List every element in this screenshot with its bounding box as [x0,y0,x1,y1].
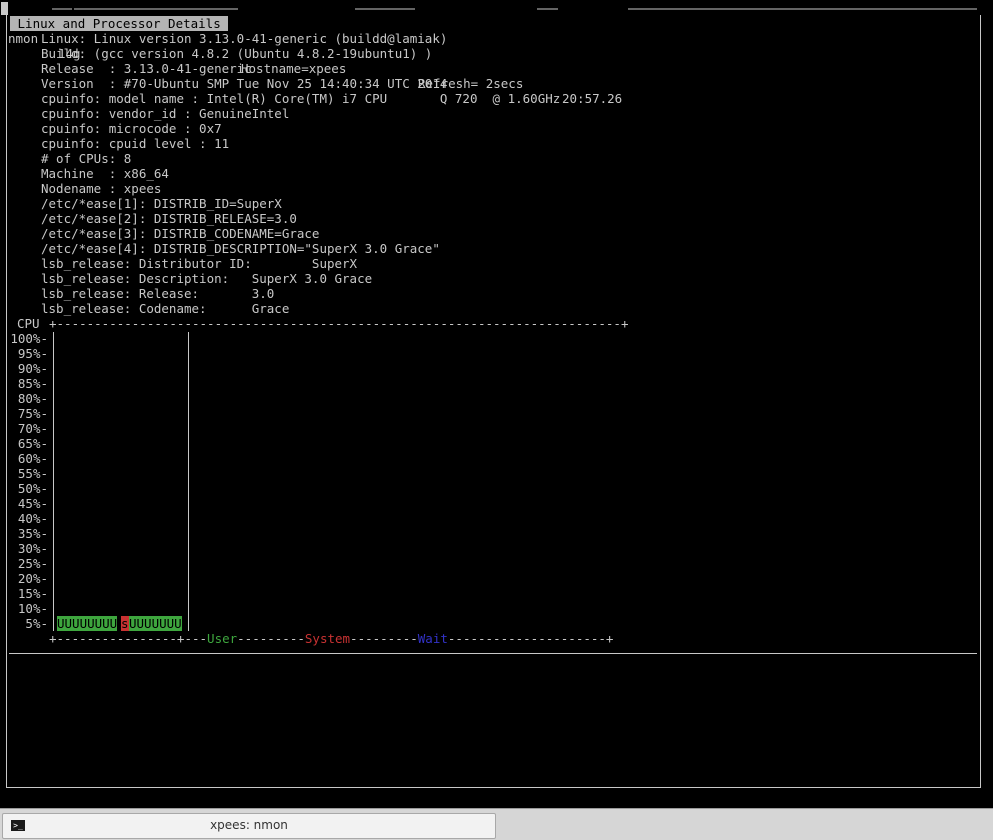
legend-wait: Wait [417,631,448,646]
y-tick-label: 5%- [25,616,48,631]
legend-border: --------- [350,631,418,646]
section-title: Linux and Processor Details [10,16,229,31]
y-tick-label: 95%- [17,346,48,361]
y-tick-label: 100%- [10,331,48,346]
y-tick-label: 85%- [17,376,48,391]
detail-line: /etc/*ease[2]: DISTRIB_RELEASE=3.0 [41,211,297,226]
detail-line: cpuinfo: microcode : 0x7 [41,121,222,136]
y-tick-label: 25%- [17,556,48,571]
y-tick-label: 20%- [17,571,48,586]
detail-line: /etc/*ease[1]: DISTRIB_ID=SuperX [41,196,282,211]
y-tick-label: 75%- [17,406,48,421]
y-tick-label: 80%- [17,391,48,406]
cpu-user-bar-segment: UUUUUUUU [57,616,118,631]
y-tick-label: 15%- [17,586,48,601]
detail-line: Build: (gcc version 4.8.2 (Ubuntu 4.8.2-… [41,46,433,61]
y-tick-label: 70%- [17,421,48,436]
detail-line: Nodename : xpees [41,181,162,196]
taskbar-window-button[interactable]: >_ xpees: nmon [2,813,496,839]
graph-left-axis [53,332,54,631]
y-tick-label: 60%- [17,451,48,466]
cpu-graph-top-border: +---------------------------------------… [49,316,629,331]
detail-line: cpuinfo: model name : Intel(R) Core(TM) … [41,91,561,106]
legend-system: System [304,631,351,646]
detail-line: /etc/*ease[4]: DISTRIB_DESCRIPTION="Supe… [41,241,440,256]
y-tick-label: 65%- [17,436,48,451]
y-tick-label: 35%- [17,526,48,541]
y-tick-label: 55%- [17,466,48,481]
legend-border: --------- [237,631,305,646]
cpu-graph-legend-line: +----------------+---User---------System… [49,631,613,646]
detail-line: lsb_release: Release: 3.0 [41,286,275,301]
legend-border: ---------------------+ [447,631,614,646]
detail-line: cpuinfo: cpuid level : 11 [41,136,230,151]
y-tick-label: 45%- [17,496,48,511]
detail-line: lsb_release: Distributor ID: SuperX [41,256,358,271]
y-tick-label: 10%- [17,601,48,616]
cpu-user-bar-segment: UUUUUUU [129,616,182,631]
detail-line: cpuinfo: vendor_id : GenuineIntel [41,106,290,121]
detail-line: Release : 3.13.0-41-generic [41,61,252,76]
legend-user: User [207,631,238,646]
y-tick-label: 50%- [17,481,48,496]
detail-line: Machine : x86_64 [41,166,169,181]
detail-line: lsb_release: Codename: Grace [41,301,290,316]
graph-column-divider [188,332,189,631]
legend-border: +----------------+--- [49,631,208,646]
terminal-window[interactable]: nmon 14g Hostname=xpees Refresh= 2secs 2… [0,0,993,808]
y-tick-label: 40%- [17,511,48,526]
y-tick-label: 30%- [17,541,48,556]
cpu-system-bar-segment: s [121,616,129,631]
cpu-graph-label: CPU [17,316,40,331]
detail-line: lsb_release: Description: SuperX 3.0 Gra… [41,271,373,286]
detail-line: /etc/*ease[3]: DISTRIB_CODENAME=Grace [41,226,320,241]
detail-line: # of CPUs: 8 [41,151,132,166]
panel-divider [9,653,977,654]
taskbar: >_ xpees: nmon [0,808,993,840]
y-tick-label: 90%- [17,361,48,376]
nmon-title-bar: nmon 14g Hostname=xpees Refresh= 2secs 2… [0,1,993,106]
taskbar-window-label: xpees: nmon [210,818,288,832]
title-line-rule [52,8,977,10]
detail-line: Version : #70-Ubuntu SMP Tue Nov 25 14:4… [41,76,448,91]
detail-line: Linux: Linux version 3.13.0-41-generic (… [41,31,448,46]
